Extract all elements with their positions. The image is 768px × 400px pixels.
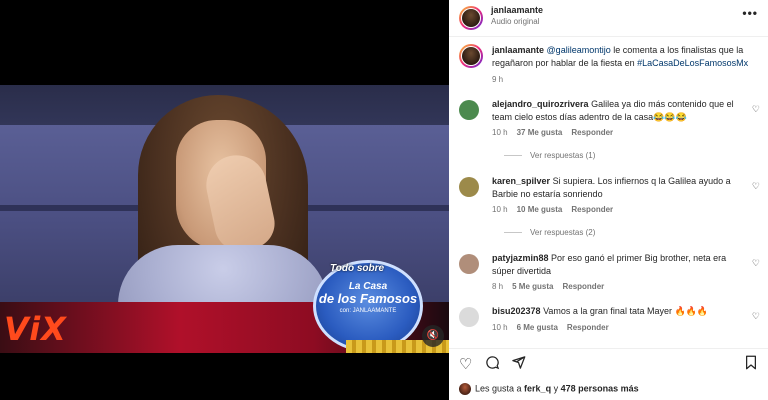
view-replies-button[interactable]: Ver respuestas (1)	[504, 151, 595, 160]
comment-meta: 10 h 6 Me gusta Responder	[492, 323, 618, 332]
comment-likes[interactable]: 10 Me gusta	[517, 205, 563, 214]
liker-avatar	[459, 383, 471, 395]
badge-title-line2: de los Famosos	[318, 291, 418, 306]
more-options-icon[interactable]: •••	[742, 6, 758, 20]
comment-heart-icon[interactable]: ♡	[752, 258, 760, 269]
vix-logo: ViX	[4, 310, 67, 348]
comment-item: alejandro_quirozrivera Galilea ya dio má…	[459, 98, 764, 168]
comment-text: alejandro_quirozrivera Galilea ya dio má…	[492, 98, 742, 124]
comment-avatar[interactable]	[459, 307, 479, 327]
comment-text: patyjazmin88 Por eso ganó el primer Big …	[492, 252, 742, 278]
likes-summary[interactable]: Les gusta a ferk_q y 478 personas más	[459, 383, 639, 395]
comment-heart-icon[interactable]: ♡	[752, 104, 760, 115]
badge-host-line: con: JANLAAMANTE	[339, 308, 397, 314]
post-actions: ♡ Les gusta a ferk_q y 478 personas más	[449, 348, 768, 400]
comment-text: bisu202378 Vamos a la gran final tata Ma…	[492, 305, 742, 318]
bookmark-icon[interactable]	[744, 355, 758, 374]
speaker-muted-icon[interactable]: 🔇	[422, 325, 444, 347]
comment-heart-icon[interactable]: ♡	[752, 181, 760, 192]
comment-body: Vamos a la gran final tata Mayer 🔥🔥🔥	[543, 306, 709, 316]
comment-username[interactable]: alejandro_quirozrivera	[492, 99, 589, 109]
heart-icon[interactable]: ♡	[459, 355, 472, 373]
comment-avatar[interactable]	[459, 177, 479, 197]
comment-heart-icon[interactable]: ♡	[752, 311, 760, 322]
post-header: janlaamante Audio original •••	[449, 0, 768, 37]
comment-likes[interactable]: 37 Me gusta	[517, 128, 563, 137]
caption-timestamp: 9 h	[492, 75, 504, 84]
comment-avatar[interactable]	[459, 100, 479, 120]
comment-username[interactable]: patyjazmin88	[492, 253, 549, 263]
comment-item: patyjazmin88 Por eso ganó el primer Big …	[459, 252, 764, 296]
audio-label[interactable]: Audio original	[491, 17, 539, 26]
comment-item: karen_spilver Si supiera. Los infiernos …	[459, 175, 764, 245]
badge-top-text: Todo sobre	[330, 263, 385, 274]
comment-time: 10 h	[492, 128, 508, 137]
caption-username[interactable]: janlaamante	[492, 45, 544, 55]
caption-mention[interactable]: @galileamontijo	[547, 45, 611, 55]
reply-button[interactable]: Responder	[571, 205, 613, 214]
comment-time: 10 h	[492, 205, 508, 214]
comment-username[interactable]: karen_spilver	[492, 176, 550, 186]
comment-meta: 10 h 37 Me gusta Responder	[492, 128, 622, 137]
comment-username[interactable]: bisu202378	[492, 306, 541, 316]
comment-item: bisu202378 Vamos a la gran final tata Ma…	[459, 305, 764, 341]
comment-icon[interactable]	[485, 355, 500, 374]
video-player[interactable]: ViX La Casa de los Famosos con: JANLAAMA…	[0, 0, 449, 400]
reply-button[interactable]: Responder	[571, 128, 613, 137]
comment-likes[interactable]: 6 Me gusta	[517, 323, 558, 332]
comment-text: karen_spilver Si supiera. Los infiernos …	[492, 175, 742, 201]
comment-time: 8 h	[492, 282, 504, 291]
caption-text: janlaamante @galileamontijo le comenta a…	[492, 44, 757, 70]
comment-meta: 8 h 5 Me gusta Responder	[492, 282, 613, 291]
reply-button[interactable]: Responder	[562, 282, 604, 291]
reply-button[interactable]: Responder	[567, 323, 609, 332]
comment-meta: 10 h 10 Me gusta Responder	[492, 205, 622, 214]
liker-username[interactable]: ferk_q	[524, 383, 551, 393]
comment-avatar[interactable]	[459, 254, 479, 274]
video-frame: ViX La Casa de los Famosos con: JANLAAMA…	[0, 85, 449, 353]
caption-hashtag[interactable]: #LaCasaDeLosFamososMx	[637, 58, 748, 68]
view-replies-button[interactable]: Ver respuestas (2)	[504, 228, 595, 237]
comment-time: 10 h	[492, 323, 508, 332]
author-avatar[interactable]	[459, 6, 483, 30]
author-username[interactable]: janlaamante	[491, 5, 543, 15]
share-icon[interactable]	[511, 355, 526, 374]
comment-likes[interactable]: 5 Me gusta	[512, 282, 553, 291]
likes-count[interactable]: 478 personas más	[561, 383, 639, 393]
post-panel: janlaamante Audio original ••• janlaaman…	[449, 0, 768, 400]
caption-avatar[interactable]	[459, 44, 483, 68]
